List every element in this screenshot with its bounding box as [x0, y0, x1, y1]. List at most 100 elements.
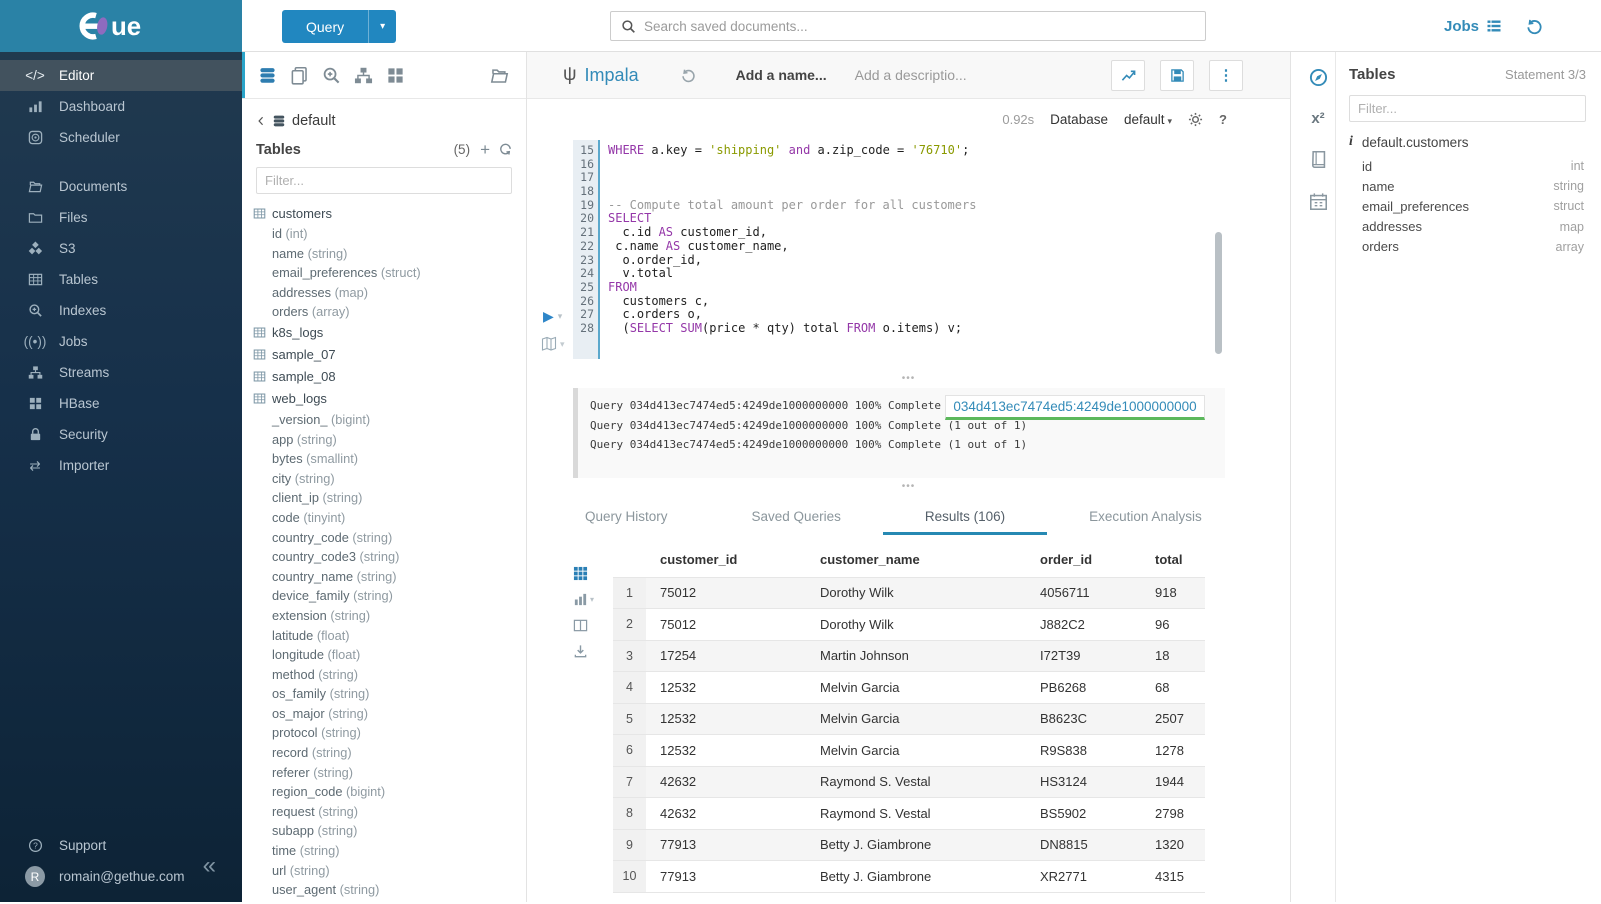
tables-filter-input[interactable] — [257, 173, 511, 188]
column-item[interactable]: longitude (float) — [242, 645, 526, 665]
splitter-handle[interactable]: ••• — [527, 376, 1290, 384]
database-dropdown[interactable]: default▾ — [1124, 112, 1172, 127]
execute-button[interactable]: ▶▾ — [543, 308, 562, 325]
table-row[interactable]: 275012Dorothy WilkJ882C296 — [613, 609, 1205, 641]
column-item[interactable]: country_code3 (string) — [242, 547, 526, 567]
back-chevron-icon[interactable] — [256, 115, 266, 127]
sidebar-item-importer[interactable]: ⇄ Importer — [0, 450, 242, 481]
right-filter-input[interactable] — [1350, 101, 1585, 116]
query-id-link[interactable]: 034d413ec7474ed5:4249de1000000000 — [945, 395, 1205, 420]
column-item[interactable]: latitude (float) — [242, 626, 526, 646]
help-icon[interactable]: ? — [1219, 112, 1227, 127]
column-item[interactable]: referer (string) — [242, 763, 526, 783]
table-row[interactable]: 742632Raymond S. VestalHS31241944 — [613, 766, 1205, 798]
query-caret-icon[interactable]: ▾ — [368, 10, 396, 43]
table-row[interactable]: 842632Raymond S. VestalBS59022798 — [613, 798, 1205, 830]
column-item[interactable]: os_family (string) — [242, 684, 526, 704]
column-item[interactable]: country_code (string) — [242, 528, 526, 548]
code-content[interactable]: WHERE a.key = 'shipping' and a.zip_code … — [608, 144, 976, 336]
column-item[interactable]: user_agent (string) — [242, 880, 526, 900]
schedule-calendar-icon[interactable] — [1309, 192, 1328, 211]
sidebar-item-streams[interactable]: Streams — [0, 357, 242, 388]
column-item[interactable]: app (string) — [242, 430, 526, 450]
table-row[interactable]: 612532Melvin GarciaR9S8381278 — [613, 735, 1205, 767]
column-item[interactable]: code (tinyint) — [242, 508, 526, 528]
database-breadcrumb[interactable]: default — [242, 99, 526, 129]
save-button[interactable] — [1160, 60, 1194, 91]
table-row[interactable]: 977913Betty J. GiambroneDN88151320 — [613, 829, 1205, 861]
tab-query-history[interactable]: Query History — [543, 501, 710, 535]
column-item[interactable]: name (string) — [242, 244, 526, 264]
language-reference-icon[interactable] — [1309, 150, 1328, 169]
tab-saved-queries[interactable]: Saved Queries — [710, 501, 883, 535]
refresh-icon[interactable] — [499, 143, 512, 156]
search-input[interactable] — [644, 19, 1205, 34]
columns-view-icon[interactable] — [573, 618, 599, 633]
column-item-email-preferences[interactable]: email_preferences struct — [1349, 196, 1586, 216]
column-header-order-id[interactable]: order_id — [1026, 543, 1141, 577]
sidebar-item-scheduler[interactable]: Scheduler — [0, 122, 242, 153]
column-item-addresses[interactable]: addresses map — [1349, 217, 1586, 237]
table-row[interactable]: 512532Melvin GarciaB8623C2507 — [613, 703, 1205, 735]
column-item[interactable]: _version_ (bigint) — [242, 410, 526, 430]
column-item[interactable]: method (string) — [242, 665, 526, 685]
download-icon[interactable] — [573, 644, 599, 659]
more-options-button[interactable]: ⋮ — [1209, 60, 1243, 91]
column-item[interactable]: region_code (bigint) — [242, 782, 526, 802]
table-row[interactable]: 412532Melvin GarciaPB626868 — [613, 672, 1205, 704]
sidebar-item-security[interactable]: Security — [0, 419, 242, 450]
column-header-total[interactable]: total — [1141, 543, 1205, 577]
sidebar-item-s3[interactable]: S3 — [0, 233, 242, 264]
table-row[interactable]: 175012Dorothy Wilk4056711918 — [613, 577, 1205, 609]
column-item-orders[interactable]: orders array — [1349, 237, 1586, 257]
column-item[interactable]: time (string) — [242, 841, 526, 861]
sidebar-item-editor[interactable]: </> Editor — [0, 60, 242, 91]
grid-view-icon[interactable] — [573, 566, 599, 581]
explorer-compass-icon[interactable] — [1309, 68, 1328, 87]
column-item[interactable]: bytes (smallint) — [242, 449, 526, 469]
query-button[interactable]: Query ▾ — [282, 10, 396, 43]
column-item[interactable]: device_family (string) — [242, 586, 526, 606]
chart-button[interactable] — [1111, 60, 1145, 91]
history-icon[interactable] — [1526, 18, 1543, 35]
column-item[interactable]: email_preferences (struct) — [242, 263, 526, 283]
query-history-icon[interactable] — [681, 68, 696, 83]
sidebar-item-files[interactable]: Files — [0, 202, 242, 233]
sidebar-item-jobs[interactable]: ((•)) Jobs — [0, 326, 242, 357]
zoom-plus-icon[interactable] — [322, 66, 341, 85]
column-item[interactable]: orders (array) — [242, 302, 526, 322]
column-item[interactable]: os_major (string) — [242, 704, 526, 724]
column-item[interactable]: url (string) — [242, 861, 526, 881]
sidebar-collapse-button[interactable]: « — [203, 854, 216, 878]
table-item-k8s-logs[interactable]: k8s_logs — [242, 322, 526, 344]
folder-open-icon[interactable] — [490, 66, 509, 85]
tab-execution-analysis[interactable]: Execution Analysis — [1047, 501, 1244, 535]
chart-view-icon[interactable]: ▾ — [573, 592, 599, 607]
query-name-field[interactable]: Add a name... — [736, 67, 827, 83]
editor-scrollbar[interactable] — [1215, 232, 1222, 354]
sidebar-item-tables[interactable]: Tables — [0, 264, 242, 295]
presentation-mode-icon[interactable]: ▾ — [541, 336, 565, 352]
column-item[interactable]: id (int) — [242, 224, 526, 244]
column-item-name[interactable]: name string — [1349, 176, 1586, 196]
column-item[interactable]: client_ip (string) — [242, 488, 526, 508]
sidebar-item-dashboard[interactable]: Dashboard — [0, 91, 242, 122]
sitemap-icon[interactable] — [354, 66, 373, 85]
column-item[interactable]: city (string) — [242, 469, 526, 489]
column-item[interactable]: protocol (string) — [242, 723, 526, 743]
column-item[interactable]: extension (string) — [242, 606, 526, 626]
table-item-customers[interactable]: customers — [242, 202, 526, 224]
settings-gear-icon[interactable] — [1188, 112, 1203, 127]
functions-icon[interactable]: x² — [1311, 110, 1324, 127]
column-header-customer-name[interactable]: customer_name — [806, 543, 1026, 577]
query-description-field[interactable]: Add a descriptio... — [855, 67, 967, 83]
column-item[interactable]: request (string) — [242, 802, 526, 822]
databases-icon[interactable] — [258, 66, 277, 85]
table-row[interactable]: 317254Martin JohnsonI72T3918 — [613, 640, 1205, 672]
column-header-customer-id[interactable]: customer_id — [646, 543, 806, 577]
jobs-link[interactable]: Jobs — [1444, 18, 1502, 35]
hue-logo[interactable]: ue — [0, 0, 242, 52]
engine-selector[interactable]: ψ Impala — [563, 64, 639, 86]
sidebar-item-indexes[interactable]: Indexes — [0, 295, 242, 326]
column-item[interactable]: subapp (string) — [242, 821, 526, 841]
